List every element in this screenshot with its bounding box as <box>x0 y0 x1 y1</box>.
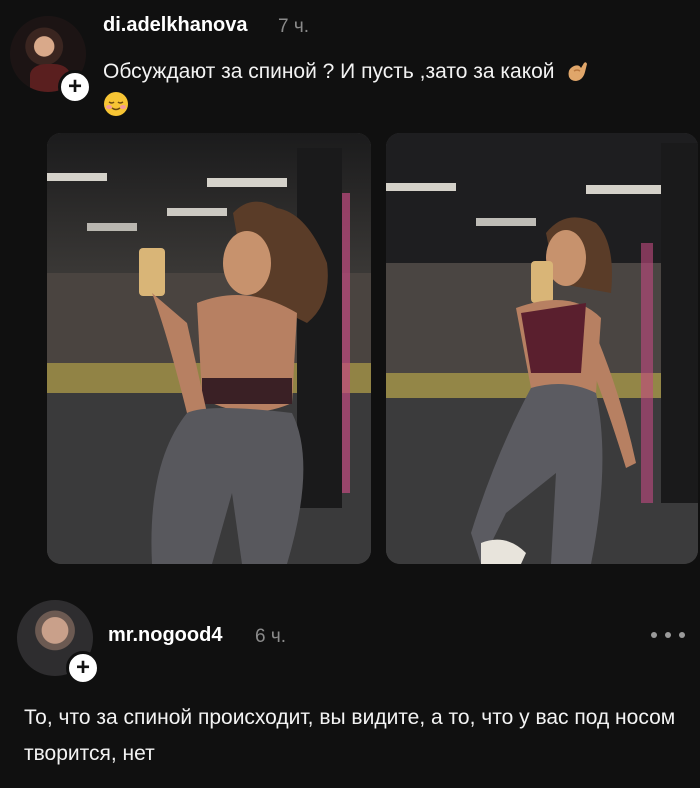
gym-photo-back-view <box>47 133 371 564</box>
post-author-username[interactable]: di.adelkhanova <box>103 14 248 37</box>
post-timestamp: 7 ч. <box>278 16 310 37</box>
follow-plus-icon[interactable]: + <box>58 70 92 104</box>
comment-author-username[interactable]: mr.nogood4 <box>108 624 222 647</box>
post-caption: Обсуждают за спиной ? И пусть ,зато за к… <box>103 56 683 120</box>
comment-follow-plus-icon[interactable]: + <box>66 651 100 685</box>
more-dots-icon[interactable] <box>651 628 685 642</box>
comment-text: То, что за спиной происходит, вы видите,… <box>24 706 676 765</box>
post-photo-1[interactable] <box>47 133 371 564</box>
post-caption-text: Обсуждают за спиной ? И пусть ,зато за к… <box>103 60 555 83</box>
post-photo-2[interactable] <box>386 133 698 564</box>
pinching-hand-icon <box>568 62 588 82</box>
gym-photo-side-view <box>386 133 698 564</box>
comment-timestamp: 6 ч. <box>255 626 287 647</box>
post: + di.adelkhanova 7 ч. Обсуждают за спино… <box>0 0 700 588</box>
relieved-face-icon <box>104 92 128 117</box>
